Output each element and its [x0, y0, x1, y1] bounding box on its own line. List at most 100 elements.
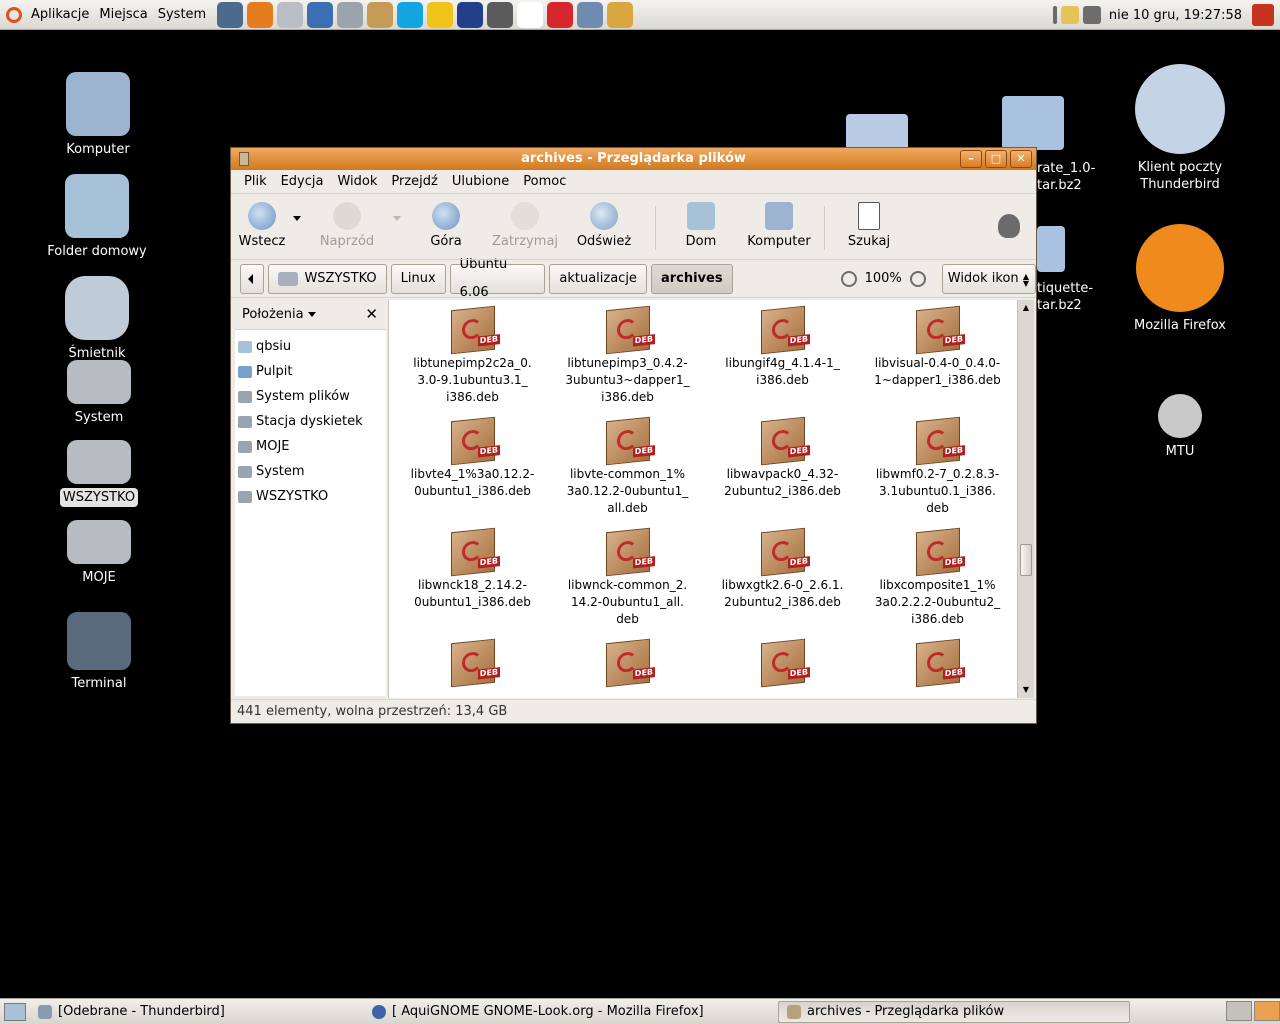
- close-button[interactable]: ✕: [1010, 150, 1032, 168]
- place-wszystko[interactable]: WSZYSTKO: [235, 484, 386, 509]
- menu-applications[interactable]: Aplikacje: [26, 7, 94, 22]
- place-system[interactable]: System: [235, 459, 386, 484]
- path-button-aktualizacje[interactable]: aktualizacje: [549, 263, 647, 294]
- file-item[interactable]: DEB libwmf0.2-7_0.2.8.3- 3.1ubuntu0.1_i38…: [860, 416, 1015, 528]
- sun-launcher-icon[interactable]: [427, 1, 454, 28]
- back-history-dropdown[interactable]: [293, 216, 301, 221]
- monitor-launcher-icon[interactable]: [217, 1, 244, 28]
- path-button-ubuntu[interactable]: Ubuntu 6.06: [449, 257, 546, 300]
- firefox-launcher-icon[interactable]: [247, 1, 274, 28]
- task-firefox[interactable]: [ AquiGNOME GNOME-Look.org - Mozilla Fir…: [364, 1001, 774, 1023]
- desktop-icon-computer[interactable]: Komputer: [43, 72, 153, 159]
- path-button-wszystko[interactable]: WSZYSTKO: [268, 263, 387, 294]
- stop-button[interactable]: Zatrzymaj: [491, 202, 559, 249]
- task-thunderbird[interactable]: [Odebrane - Thunderbird]: [30, 1001, 360, 1023]
- file-item[interactable]: DEB libvte4_1%3a0.12.2- 0ubuntu1_i386.deb: [395, 416, 550, 528]
- path-button-archives[interactable]: archives: [650, 263, 733, 294]
- workspace-1[interactable]: [1226, 1001, 1252, 1021]
- tux-launcher-icon[interactable]: [457, 1, 484, 28]
- reload-button[interactable]: Odśwież: [559, 202, 649, 249]
- ib-launcher-icon[interactable]: [547, 1, 574, 28]
- menu-file[interactable]: Plik: [237, 174, 274, 189]
- file-item[interactable]: DEB libwnck18_2.14.2- 0ubuntu1_i386.deb: [395, 527, 550, 639]
- view-mode-select[interactable]: Widok ikon ▲ ▼: [941, 263, 1036, 294]
- clock-launcher-icon[interactable]: [277, 1, 304, 28]
- desktop-icon-moje[interactable]: MOJE: [44, 520, 154, 587]
- file-item[interactable]: DEB: [705, 638, 860, 698]
- file-item[interactable]: DEB libxcomposite1_1% 3a0.2.2.2-0ubuntu2_…: [860, 527, 1015, 639]
- place-moje[interactable]: MOJE: [235, 434, 386, 459]
- window-titlebar[interactable]: archives - Przeglądarka plików – □ ✕: [231, 148, 1036, 170]
- scroll-up-icon[interactable]: ▲: [1020, 302, 1032, 314]
- path-scroll-left-button[interactable]: [240, 263, 265, 294]
- place-filesystem[interactable]: System plików: [235, 384, 386, 409]
- clock[interactable]: nie 10 gru, 19:27:58: [1109, 8, 1242, 23]
- up-button[interactable]: Góra: [401, 202, 491, 249]
- archive-file-icon[interactable]: [1002, 96, 1064, 150]
- tray-handle-icon[interactable]: [1052, 6, 1057, 24]
- logout-icon[interactable]: [1252, 4, 1274, 26]
- menu-edit[interactable]: Edycja: [274, 174, 331, 189]
- menu-system[interactable]: System: [153, 7, 211, 22]
- back-button[interactable]: Wstecz: [231, 202, 293, 249]
- mplayer-launcher-icon[interactable]: [517, 1, 544, 28]
- place-pulpit[interactable]: Pulpit: [235, 359, 386, 384]
- desktop-icon-system[interactable]: System: [44, 360, 154, 427]
- ubuntu-logo-icon[interactable]: [6, 6, 22, 23]
- notification-icon[interactable]: [1060, 6, 1079, 24]
- place-floppy[interactable]: Stacja dyskietek: [235, 409, 386, 434]
- scrollbar-thumb[interactable]: [1020, 544, 1032, 576]
- maximize-button[interactable]: □: [985, 150, 1007, 168]
- desktop-icon-trash[interactable]: Śmietnik: [42, 276, 152, 363]
- desktop-icon-wszystko[interactable]: WSZYSTKO: [44, 440, 154, 507]
- task-file-browser[interactable]: archives - Przeglądarka plików: [778, 1000, 1130, 1023]
- forward-history-dropdown[interactable]: [393, 216, 401, 221]
- file-item[interactable]: DEB libwavpack0_4.32- 2ubuntu2_i386.deb: [705, 416, 860, 528]
- file-item[interactable]: DEB libwxgtk2.6-0_2.6.1. 2ubuntu2_i386.de…: [705, 527, 860, 639]
- desktop-icon-home[interactable]: Folder domowy: [42, 174, 152, 261]
- desktop-icon-terminal[interactable]: Terminal: [44, 612, 154, 693]
- menu-view[interactable]: Widok: [330, 174, 384, 189]
- volume-icon[interactable]: [1082, 6, 1101, 24]
- menu-bookmarks[interactable]: Ulubione: [445, 174, 516, 189]
- file-item[interactable]: DEB libtunepimp3_0.4.2- 3ubuntu3~dapper1_…: [550, 305, 705, 417]
- archive-file-icon[interactable]: [1037, 226, 1065, 272]
- search-button[interactable]: Szukaj: [831, 202, 907, 249]
- home-button[interactable]: Dom: [662, 202, 740, 249]
- file-item[interactable]: DEB libtunepimp2c2a_0. 3.0-9.1ubuntu3.1_ …: [395, 305, 550, 417]
- file-item[interactable]: DEB: [395, 638, 550, 698]
- home-launcher-icon[interactable]: [487, 1, 514, 28]
- place-qbsiu[interactable]: qbsiu: [235, 334, 386, 359]
- file-launcher-icon[interactable]: [307, 1, 334, 28]
- file-item[interactable]: DEB: [550, 638, 705, 698]
- show-desktop-button[interactable]: [4, 1002, 26, 1021]
- menu-go[interactable]: Przejdź: [384, 174, 444, 189]
- desktop-icon-thunderbird[interactable]: Klient poczty Thunderbird: [1125, 64, 1235, 194]
- file-item[interactable]: DEB libwnck-common_2. 14.2-0ubuntu1_all. …: [550, 527, 705, 639]
- window-menu-icon[interactable]: [239, 152, 249, 166]
- zoom-in-icon[interactable]: [909, 270, 926, 287]
- zoom-level[interactable]: 100%: [865, 271, 902, 286]
- skype-launcher-icon[interactable]: [397, 1, 424, 28]
- cd-launcher-icon[interactable]: [607, 1, 634, 28]
- path-button-linux[interactable]: Linux: [390, 263, 446, 294]
- desktop-icon-mtu[interactable]: MTU: [1125, 394, 1235, 461]
- vertical-scrollbar[interactable]: ▲ ▼: [1017, 300, 1034, 698]
- menu-help[interactable]: Pomoc: [516, 174, 573, 189]
- file-item[interactable]: DEB libungif4g_4.1.4-1_ i386.deb: [705, 305, 860, 417]
- minimize-button[interactable]: –: [960, 150, 982, 168]
- file-item[interactable]: DEB libvte-common_1% 3a0.12.2-0ubuntu1_ a…: [550, 416, 705, 528]
- computer-button[interactable]: Komputer: [740, 202, 818, 249]
- forward-button[interactable]: Naprzód: [301, 202, 393, 249]
- drive-launcher-icon[interactable]: [337, 1, 364, 28]
- menu-places[interactable]: Miejsca: [94, 7, 152, 22]
- workspace-2[interactable]: [1254, 1001, 1280, 1021]
- bird-launcher-icon[interactable]: [577, 1, 604, 28]
- close-side-pane-icon[interactable]: ✕: [365, 305, 378, 323]
- desktop-icon-firefox[interactable]: Mozilla Firefox: [1125, 224, 1235, 335]
- file-item[interactable]: DEB libvisual-0.4-0_0.4.0- 1~dapper1_i386…: [860, 305, 1015, 417]
- scroll-down-icon[interactable]: ▼: [1020, 684, 1032, 696]
- side-pane-header[interactable]: Położenia ✕: [235, 300, 386, 330]
- gimp-launcher-icon[interactable]: [367, 1, 394, 28]
- file-item[interactable]: DEB: [860, 638, 1015, 698]
